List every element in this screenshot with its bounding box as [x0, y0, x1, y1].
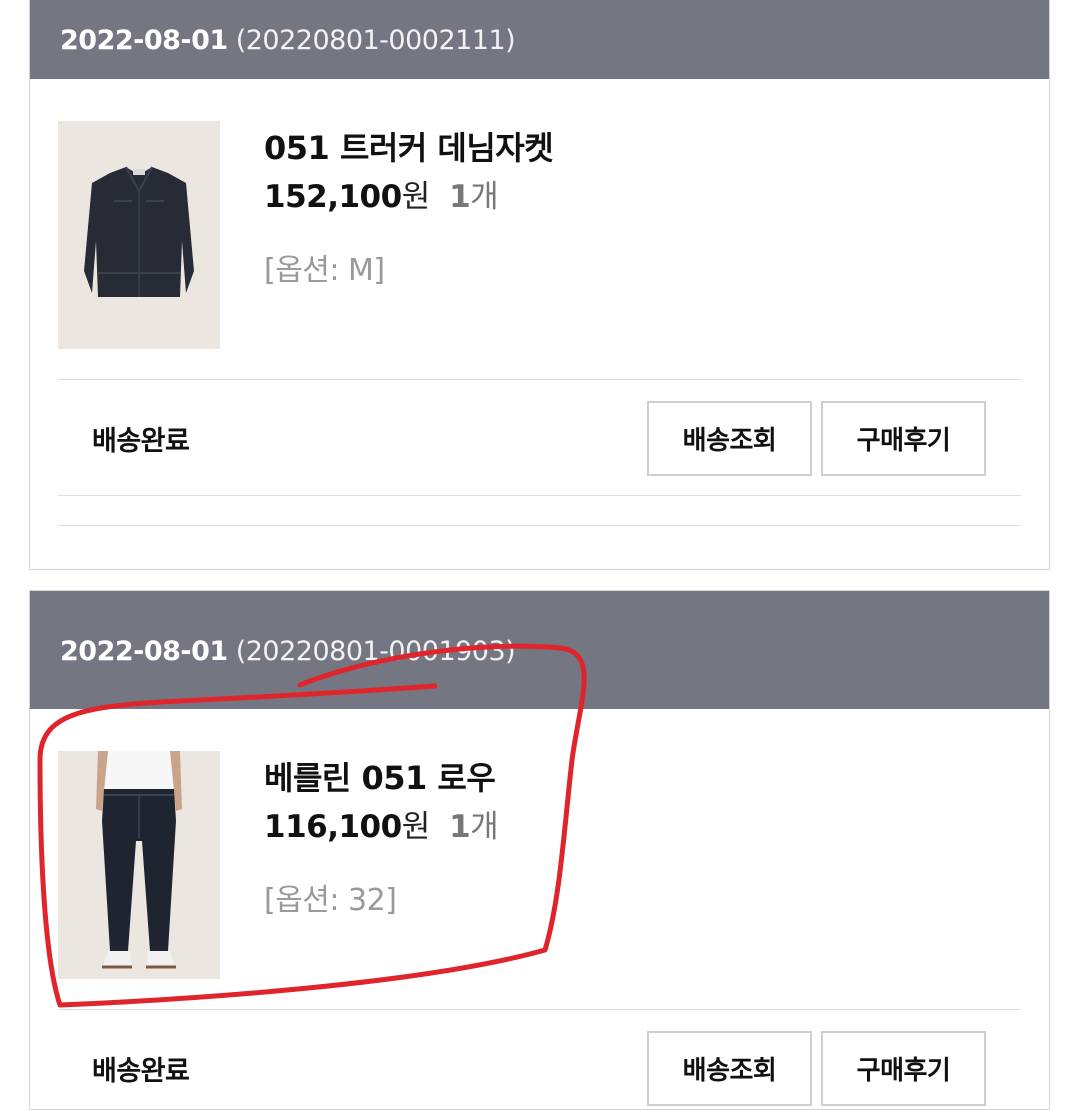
product-quantity: 1 — [449, 809, 471, 845]
order-item-row[interactable]: 베를린 051 로우 116,100원 1개 [옵션: 32] — [30, 709, 1049, 1009]
divider — [58, 379, 1021, 380]
product-name[interactable]: 051 트러커 데님자켓 — [264, 123, 554, 169]
divider — [58, 525, 1021, 526]
order-card-1: 2022-08-01 (20220801-0002111) 051 트러커 데님… — [29, 0, 1050, 570]
divider — [58, 495, 1021, 496]
order-date: 2022-08-01 — [60, 24, 228, 56]
product-option: [옵션: 32] — [264, 883, 397, 918]
product-price: 116,100 — [264, 809, 402, 845]
divider — [58, 1009, 1021, 1010]
track-delivery-button[interactable]: 배송조회 — [647, 1031, 812, 1106]
quantity-unit: 개 — [470, 809, 499, 845]
write-review-button[interactable]: 구매후기 — [821, 1031, 986, 1106]
quantity-unit: 개 — [470, 179, 499, 215]
order-date: 2022-08-01 — [60, 635, 228, 667]
delivery-status: 배송완료 — [92, 426, 190, 457]
order-header: 2022-08-01 (20220801-0001903) — [30, 591, 1049, 709]
order-header: 2022-08-01 (20220801-0002111) — [30, 0, 1049, 79]
order-item-row[interactable]: 051 트러커 데님자켓 152,100원 1개 [옵션: M] — [30, 79, 1049, 379]
track-delivery-button[interactable]: 배송조회 — [647, 401, 812, 476]
product-name[interactable]: 베를린 051 로우 — [264, 753, 496, 799]
product-thumbnail-jacket[interactable] — [58, 121, 220, 349]
product-option: [옵션: M] — [264, 253, 385, 288]
delivery-status: 배송완료 — [92, 1056, 190, 1087]
order-number: (20220801-0002111) — [235, 24, 516, 56]
price-line: 116,100원 1개 — [264, 801, 499, 846]
write-review-button[interactable]: 구매후기 — [821, 401, 986, 476]
price-line: 152,100원 1개 — [264, 171, 499, 216]
product-quantity: 1 — [449, 179, 471, 215]
product-price: 152,100 — [264, 179, 402, 215]
order-number: (20220801-0001903) — [235, 635, 516, 667]
currency-label: 원 — [401, 179, 431, 215]
product-thumbnail-jeans[interactable] — [58, 751, 220, 979]
order-card-2: 2022-08-01 (20220801-0001903) 베를린 051 로우 — [29, 590, 1050, 1110]
currency-label: 원 — [401, 809, 431, 845]
